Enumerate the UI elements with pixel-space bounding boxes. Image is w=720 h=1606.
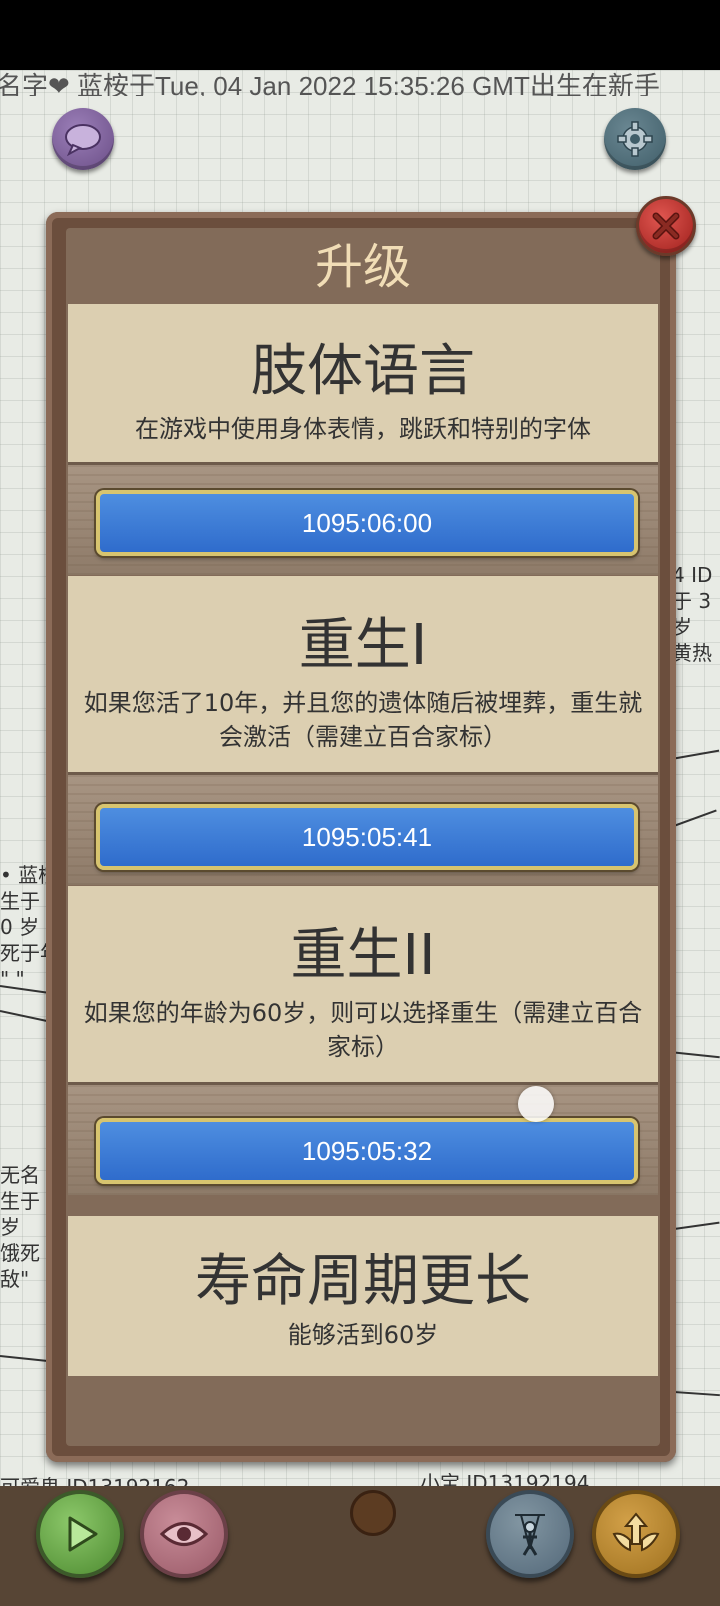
winged-arrow-up-icon bbox=[612, 1512, 660, 1552]
upgrade-card: 肢体语言 在游戏中使用身体表情，跳跃和特别的字体 bbox=[68, 304, 658, 462]
upgrade-description: 如果您的年龄为60岁，则可以选择重生（需建立百合家标） bbox=[83, 999, 643, 1061]
speech-bubble-icon bbox=[65, 124, 101, 157]
watch-button[interactable] bbox=[140, 1490, 228, 1578]
upgrade-card: 重生II 如果您的年龄为60岁，则可以选择重生（需建立百合家标） bbox=[68, 886, 658, 1082]
upgrade-description: 如果您活了10年，并且您的遗体随后被埋葬，重生就会激活（需建立百合家标） bbox=[83, 689, 643, 751]
upgrade-card: 重生I 如果您活了10年，并且您的遗体随后被埋葬，重生就会激活（需建立百合家标） bbox=[68, 576, 658, 772]
player-avatar[interactable] bbox=[350, 1490, 396, 1536]
upgrade-name: 肢体语言 bbox=[251, 339, 475, 404]
close-x-icon bbox=[652, 212, 680, 240]
upgrade-button[interactable] bbox=[592, 1490, 680, 1578]
play-icon bbox=[68, 1516, 98, 1552]
status-bar bbox=[0, 0, 720, 70]
upgrade-timer-button[interactable]: 1095:05:41 bbox=[96, 804, 638, 870]
upgrade-card: 寿命周期更长 能够活到60岁 bbox=[68, 1216, 658, 1376]
puppet-icon bbox=[515, 1514, 545, 1556]
dialog-title: 升级 bbox=[314, 239, 411, 295]
upgrade-timer-button[interactable]: 1095:06:00 bbox=[96, 490, 638, 556]
settings-button[interactable] bbox=[604, 108, 666, 170]
upgrade-description: 能够活到60岁 bbox=[287, 1321, 439, 1349]
upgrade-description: 在游戏中使用身体表情，跳跃和特别的字体 bbox=[135, 415, 591, 443]
upgrade-timer-button[interactable]: 1095:05:32 bbox=[96, 1118, 638, 1184]
upgrade-name: 重生II bbox=[290, 923, 436, 988]
touch-indicator bbox=[518, 1086, 554, 1122]
gear-icon bbox=[617, 121, 653, 157]
puppet-button[interactable] bbox=[486, 1490, 574, 1578]
chat-button[interactable] bbox=[52, 108, 114, 170]
play-button[interactable] bbox=[36, 1490, 124, 1578]
news-ticker: 名字❤ 蓝桉于Tue, 04 Jan 2022 15:35:26 GMT出生在新… bbox=[0, 71, 660, 96]
upgrade-name: 寿命周期更长 bbox=[195, 1249, 531, 1314]
eye-icon bbox=[159, 1522, 209, 1546]
bg-name-label: 4 ID 于 3 岁 黄热 bbox=[672, 563, 713, 665]
close-button[interactable] bbox=[636, 196, 696, 256]
upgrade-name: 重生I bbox=[298, 613, 428, 678]
